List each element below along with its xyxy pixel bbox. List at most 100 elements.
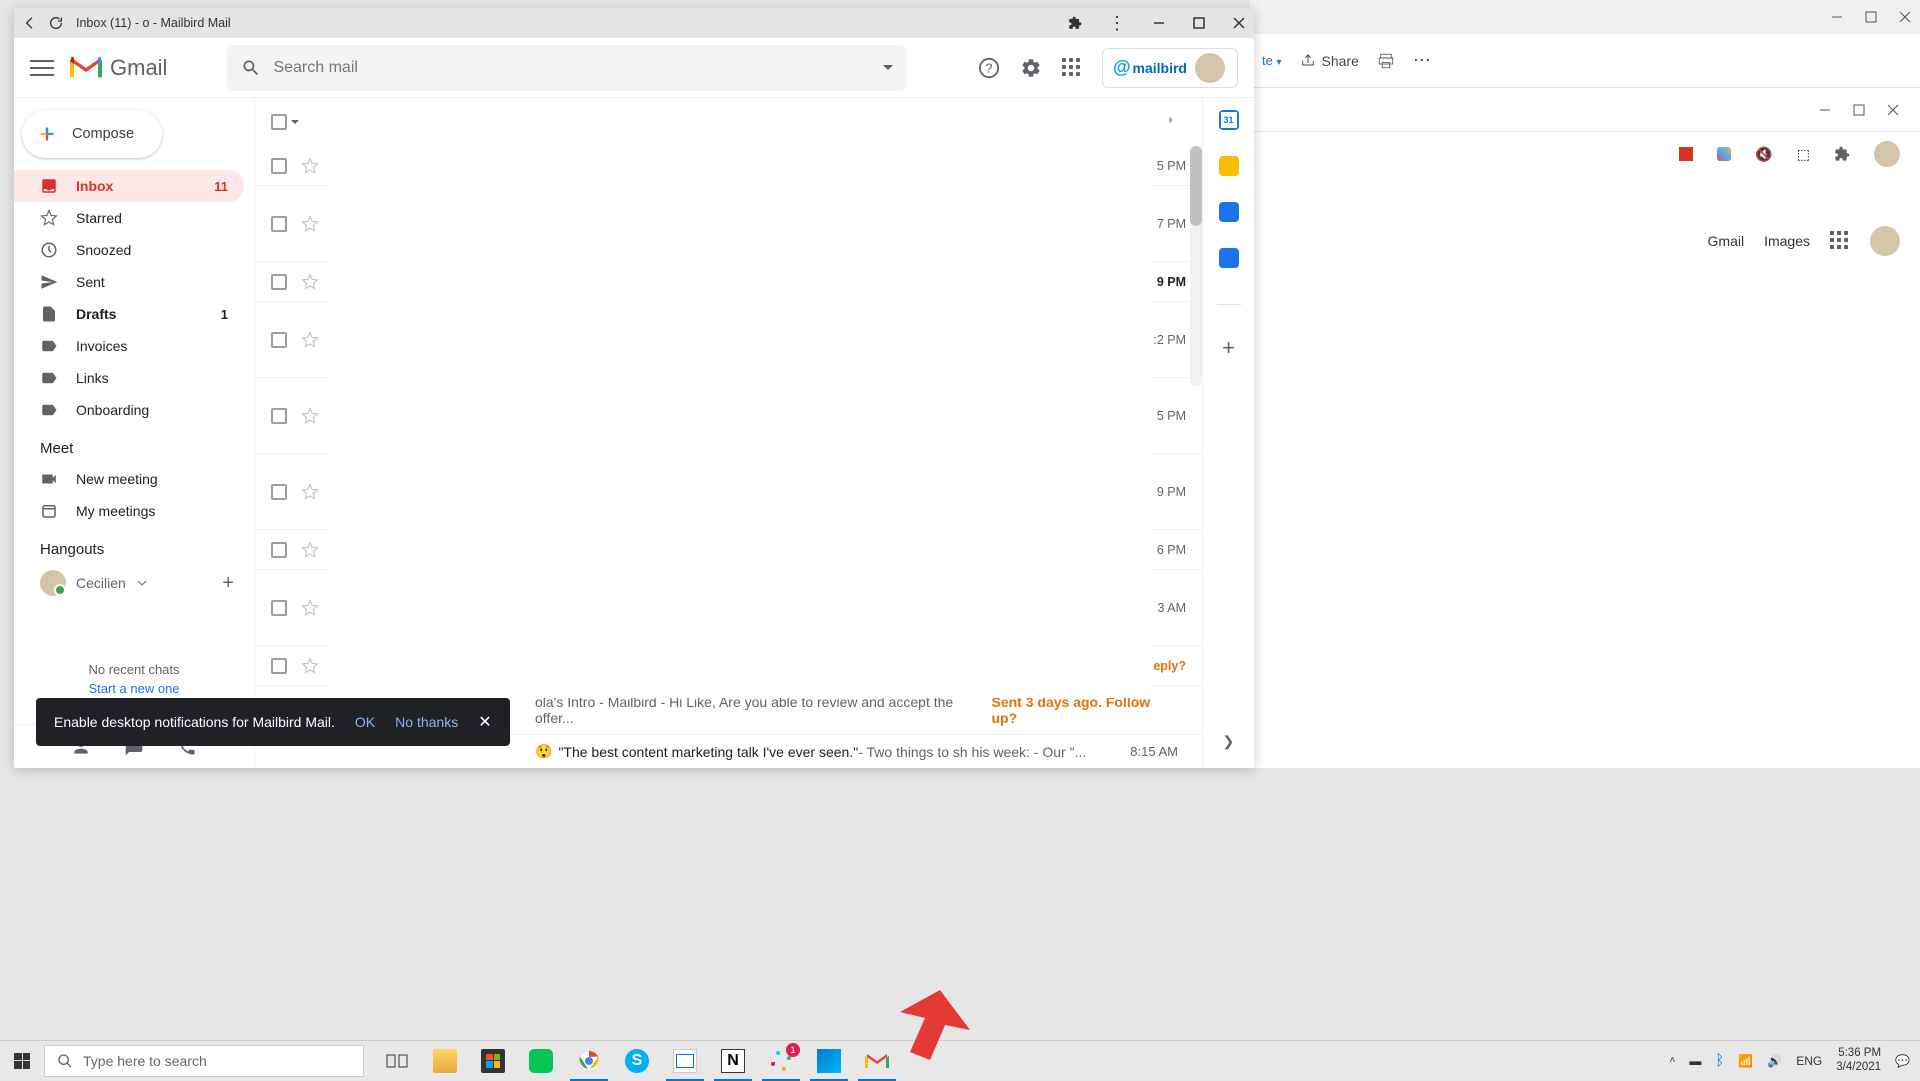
notification-no-button[interactable]: No thanks [395,714,458,730]
menu-icon[interactable]: ⋮ [1108,13,1126,34]
bg-sub-close-icon[interactable] [1886,103,1900,117]
battery-icon[interactable]: ▬ [1689,1054,1701,1068]
sidebar-item-starred[interactable]: Starred [14,202,244,234]
mail-app-icon[interactable] [662,1041,708,1081]
star-icon[interactable] [301,541,319,559]
puzzle-icon[interactable] [1834,146,1850,162]
hangouts-new-icon[interactable]: + [222,572,234,595]
star-icon[interactable] [301,157,319,175]
new-meeting-button[interactable]: New meeting [14,463,244,495]
next-page-icon[interactable] [1164,113,1178,127]
back-icon[interactable] [22,15,38,31]
store-icon[interactable] [470,1041,516,1081]
star-icon[interactable] [301,273,319,291]
compose-button[interactable]: Compose [22,110,162,158]
sidebar-item-links[interactable]: Links [14,362,244,394]
bg-apps-icon[interactable] [1830,231,1850,251]
bg-minimize-icon[interactable] [1830,10,1844,24]
star-icon[interactable] [301,407,319,425]
add-addon-icon[interactable]: + [1222,335,1235,361]
start-button[interactable] [0,1041,44,1081]
mail-checkbox[interactable] [271,542,287,558]
star-icon[interactable] [301,483,319,501]
bg-maximize-icon[interactable] [1864,10,1878,24]
notification-ok-button[interactable]: OK [355,714,375,730]
bg-sub-maximize-icon[interactable] [1852,103,1866,117]
mail-checkbox[interactable] [271,332,287,348]
sidebar-item-drafts[interactable]: Drafts1 [14,298,244,330]
mail-checkbox[interactable] [271,600,287,616]
calendar-addon-icon[interactable] [1219,110,1239,130]
photos-icon[interactable] [806,1041,852,1081]
ext-icon-1[interactable] [1679,147,1693,161]
scroll-thumb[interactable] [1190,146,1202,226]
language-indicator[interactable]: ENG [1796,1054,1822,1068]
notifications-icon[interactable]: 💬 [1895,1054,1910,1068]
apps-icon[interactable] [1062,58,1082,78]
mail-checkbox[interactable] [271,274,287,290]
sidebar-item-inbox[interactable]: Inbox11 [14,170,244,202]
mail-checkbox[interactable] [271,658,287,674]
settings-icon[interactable] [1020,57,1042,79]
peek-action-1[interactable]: Sent 3 days ago. Follow up? [992,694,1179,726]
bg-share-button[interactable]: Share [1300,53,1359,69]
skype-icon[interactable]: S [614,1041,660,1081]
hangouts-user[interactable]: Cecilien + [14,564,254,602]
sidebar-item-sent[interactable]: Sent [14,266,244,298]
start-new-chat-link[interactable]: Start a new one [14,681,254,696]
mail-checkbox[interactable] [271,408,287,424]
taskbar-search[interactable]: Type here to search [44,1045,364,1077]
reload-icon[interactable] [48,15,64,31]
sidebar-item-snoozed[interactable]: Snoozed [14,234,244,266]
extension-icon[interactable] [1068,16,1082,30]
select-dropdown-icon[interactable] [291,120,299,124]
mail-checkbox[interactable] [271,216,287,232]
mail-checkbox[interactable] [271,484,287,500]
mail-checkbox[interactable] [271,158,287,174]
chrome-icon[interactable] [566,1041,612,1081]
slack-icon[interactable]: 1 [758,1041,804,1081]
volume-icon[interactable]: 🔊 [1767,1054,1782,1068]
ext-icon-3[interactable]: ⬚ [1797,146,1810,163]
contacts-addon-icon[interactable] [1219,248,1239,268]
bg-print-icon[interactable] [1377,52,1395,70]
help-icon[interactable]: ? [978,57,1000,79]
star-icon[interactable] [301,657,319,675]
star-icon[interactable] [301,599,319,617]
collapse-panel-icon[interactable]: ❯ [1223,733,1235,750]
bg-sub-minimize-icon[interactable] [1818,103,1832,117]
wifi-icon[interactable]: 📶 [1738,1054,1753,1068]
search-options-icon[interactable] [883,65,893,70]
bg-dropdown[interactable]: te ▾ [1262,53,1282,68]
ext-icon-2[interactable] [1717,147,1731,161]
bg-close-icon[interactable] [1898,10,1912,24]
bg-images-link[interactable]: Images [1764,233,1810,249]
mailbird-account-badge[interactable]: @mailbird [1102,48,1238,88]
close-icon[interactable] [1232,16,1246,30]
mute-icon[interactable]: 🔇 [1755,146,1772,163]
star-icon[interactable] [301,331,319,349]
bg-avatar[interactable] [1874,141,1900,167]
maximize-icon[interactable] [1192,16,1206,30]
my-meetings-button[interactable]: My meetings [14,495,244,527]
search-box[interactable] [227,45,907,91]
bg-account-avatar[interactable] [1870,226,1900,256]
sidebar-item-invoices[interactable]: Invoices [14,330,244,362]
tray-clock[interactable]: 5:36 PM 3/4/2021 [1836,1047,1881,1075]
keep-addon-icon[interactable] [1219,156,1239,176]
task-view-icon[interactable] [374,1041,420,1081]
bg-gmail-link[interactable]: Gmail [1708,233,1745,249]
gmail-logo[interactable]: Gmail [70,55,167,81]
search-input[interactable] [273,59,883,77]
sidebar-item-onboarding[interactable]: Onboarding [14,394,244,426]
bg-more-icon[interactable]: ⋯ [1413,50,1433,71]
tasks-addon-icon[interactable] [1219,202,1239,222]
bluetooth-icon[interactable]: ᛒ [1715,1052,1724,1069]
tray-chevron-icon[interactable]: ˄ [1670,1055,1676,1066]
notion-icon[interactable]: N [710,1041,756,1081]
minimize-icon[interactable] [1152,16,1166,30]
select-all-checkbox[interactable] [271,114,287,130]
file-explorer-icon[interactable] [422,1041,468,1081]
line-app-icon[interactable] [518,1041,564,1081]
notification-close-icon[interactable]: ✕ [478,712,491,732]
